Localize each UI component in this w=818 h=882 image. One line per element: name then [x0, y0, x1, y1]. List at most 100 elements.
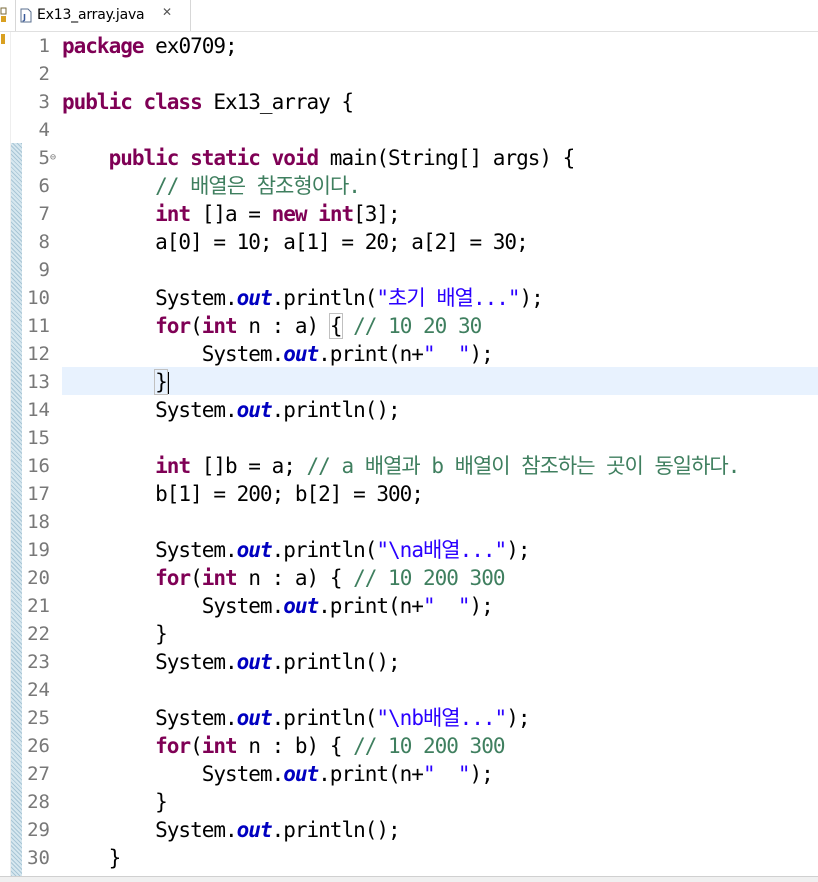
code-line[interactable]: 16 int []b = a; // a 배열과 b 배열이 참조하는 곳이 동…: [0, 452, 818, 480]
code-line[interactable]: 4: [0, 116, 818, 144]
line-number: 2: [38, 63, 50, 85]
code-line[interactable]: 26 for(int n : b) { // 10 200 300: [0, 732, 818, 760]
code-line[interactable]: 14 System.out.println();: [0, 396, 818, 424]
line-number: 27: [27, 763, 50, 785]
line-number: 18: [27, 511, 50, 533]
code-line[interactable]: 17 b[1] = 200; b[2] = 300;: [0, 480, 818, 508]
line-number: 14: [27, 399, 50, 421]
code-line[interactable]: 22 }: [0, 620, 818, 648]
code-token: n : a): [236, 314, 330, 338]
line-number: 19: [27, 539, 50, 561]
comment-token: // 배열은 참조형이다.: [155, 174, 361, 198]
code-token: Ex13_array {: [201, 90, 354, 114]
keyword-token: int: [155, 202, 191, 226]
code-text: System.out.println("\na배열...");: [62, 536, 530, 564]
keyword-token: int: [155, 454, 191, 478]
code-token: System.: [62, 286, 238, 310]
code-line[interactable]: 27 System.out.print(n+" ");: [0, 760, 818, 788]
static-field-token: out: [236, 538, 273, 562]
code-line[interactable]: 10 System.out.println("초기 배열...");: [0, 284, 818, 312]
code-token: main(String[] args) {: [318, 146, 576, 170]
code-text: System.out.println();: [62, 816, 401, 844]
tab-title: Ex13_array.java: [37, 7, 145, 23]
code-line[interactable]: 1 package ex0709;: [0, 32, 818, 60]
code-line[interactable]: 25 System.out.println("\nb배열...");: [0, 704, 818, 732]
code-line[interactable]: 3 public class Ex13_array {: [0, 88, 818, 116]
code-line[interactable]: 21 System.out.print(n+" ");: [0, 592, 818, 620]
line-number: 22: [27, 623, 50, 645]
close-icon[interactable]: ✕: [162, 5, 172, 19]
string-token: " ": [422, 762, 471, 786]
code-line[interactable]: 29 System.out.println();: [0, 816, 818, 844]
code-token: ex0709;: [143, 34, 238, 58]
line-number: 13: [27, 371, 50, 393]
code-text: }: [62, 620, 168, 648]
code-text: }: [62, 368, 169, 396]
code-line[interactable]: 12 System.out.print(n+" ");: [0, 340, 818, 368]
keyword-token: public static void: [108, 146, 320, 170]
horizontal-scrollbar[interactable]: [0, 876, 818, 882]
code-token: );: [469, 762, 494, 786]
static-field-token: out: [283, 594, 319, 618]
static-field-token: out: [236, 398, 273, 422]
static-field-token: out: [236, 818, 273, 842]
code-token: );: [469, 594, 494, 618]
code-line[interactable]: 18: [0, 508, 818, 536]
code-text: package ex0709;: [62, 32, 238, 60]
line-number: 25: [27, 707, 50, 729]
editor-tab[interactable]: J Ex13_array.java ✕: [15, 0, 191, 31]
keyword-token: public class: [62, 90, 203, 114]
code-line[interactable]: 13 }: [0, 368, 818, 396]
code-text: System.out.println("초기 배열...");: [62, 284, 544, 312]
line-number: 20: [27, 567, 50, 589]
code-token: }: [62, 846, 122, 870]
code-text: }: [62, 844, 122, 872]
matching-bracket: }: [154, 369, 168, 395]
code-token: a[0] = 10; a[1] = 20; a[2] = 30;: [62, 230, 529, 254]
editor-tab-bar: J Ex13_array.java ✕: [0, 0, 818, 32]
string-token: "\nb배열...": [376, 706, 507, 730]
code-token: []a =: [190, 202, 272, 226]
code-line[interactable]: 6 // 배열은 참조형이다.: [0, 172, 818, 200]
code-line[interactable]: 19 System.out.println("\na배열...");: [0, 536, 818, 564]
fold-collapse-icon[interactable]: ⊖: [50, 144, 56, 172]
view-menu-icon[interactable]: [0, 6, 8, 24]
line-number: 3: [38, 91, 50, 113]
code-line[interactable]: 5 ⊖ public static void main(String[] args…: [0, 144, 818, 172]
code-text: int []a = new int[3];: [62, 200, 401, 228]
static-field-token: out: [236, 650, 273, 674]
code-token: System.: [62, 762, 285, 786]
code-token: .println();: [271, 650, 401, 674]
comment-token: // a 배열과 b 배열이 참조하는 곳이 동일하다.: [306, 454, 741, 478]
code-line[interactable]: 30 }: [0, 844, 818, 872]
line-number: 7: [38, 203, 50, 225]
code-token: System.: [62, 818, 238, 842]
code-token: .println(: [271, 286, 378, 310]
code-line[interactable]: 20 for(int n : a) { // 10 200 300: [0, 564, 818, 592]
code-token: System.: [62, 706, 238, 730]
code-token: n : b) {: [236, 734, 354, 758]
code-text: System.out.println("\nb배열...");: [62, 704, 530, 732]
code-line[interactable]: 15: [0, 424, 818, 452]
code-line[interactable]: 9: [0, 256, 818, 284]
code-line[interactable]: 7 int []a = new int[3];: [0, 200, 818, 228]
code-line[interactable]: 2: [0, 60, 818, 88]
static-field-token: out: [236, 286, 273, 310]
code-token: [3];: [353, 202, 401, 226]
code-token: }: [62, 790, 168, 814]
line-number: 10: [27, 287, 50, 309]
code-line[interactable]: 28 }: [0, 788, 818, 816]
code-line[interactable]: 24: [0, 676, 818, 704]
code-line[interactable]: 8 a[0] = 10; a[1] = 20; a[2] = 30;: [0, 228, 818, 256]
code-line[interactable]: 11 for(int n : a) { // 10 20 30: [0, 312, 818, 340]
code-text: }: [62, 788, 168, 816]
text-caret: [167, 372, 169, 394]
code-text: for(int n : a) { // 10 20 30: [62, 312, 482, 340]
code-line[interactable]: 23 System.out.println();: [0, 648, 818, 676]
code-token: );: [469, 342, 494, 366]
code-token: .println();: [271, 818, 401, 842]
